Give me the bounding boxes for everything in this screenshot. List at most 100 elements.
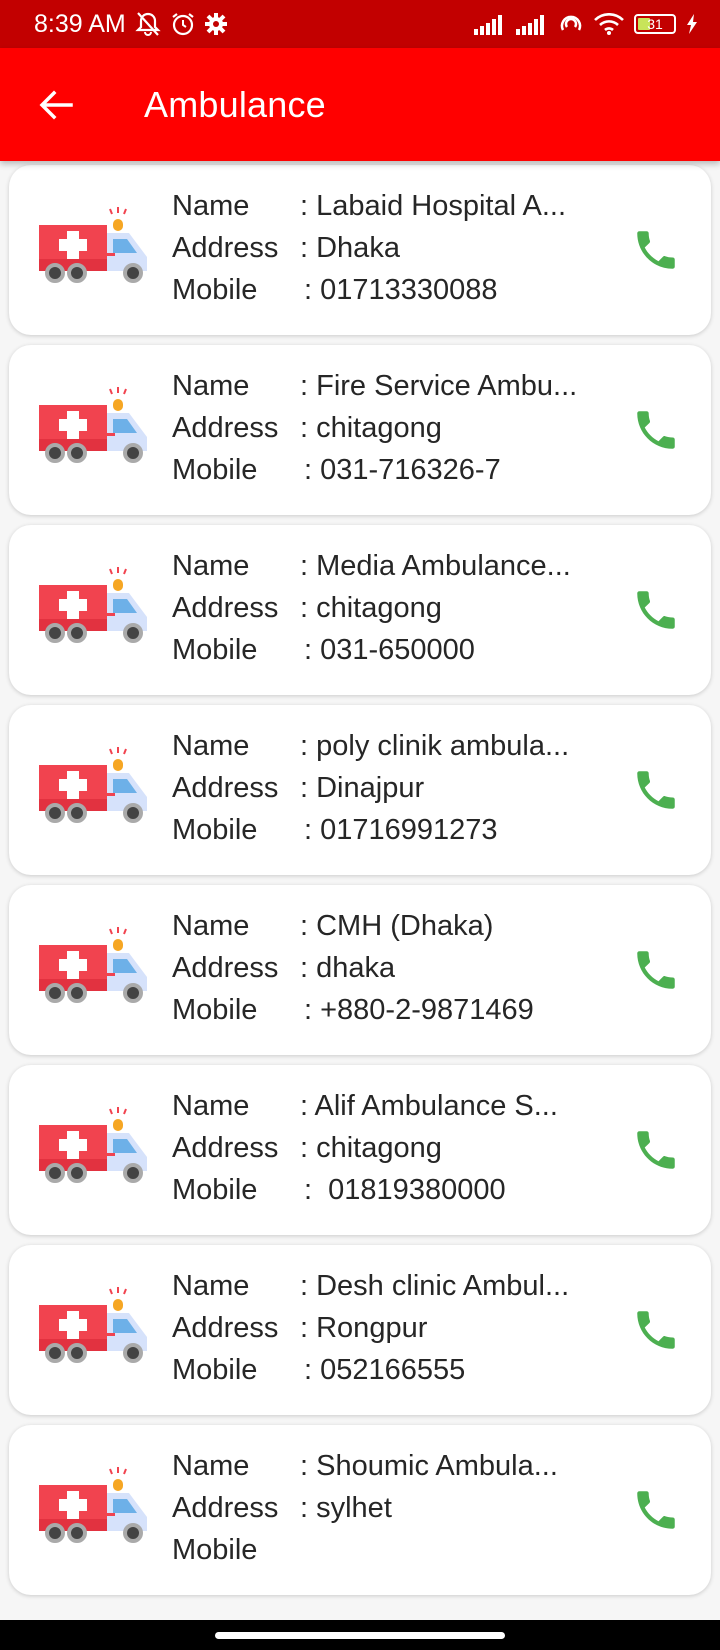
address-label: Address	[172, 411, 279, 444]
ambulance-list: Name: Labaid Hospital A... Address: Dhak…	[0, 161, 720, 1620]
mobile-row: Mobile: 031-716326-7	[172, 449, 612, 491]
mobile-value: : 01716991273	[304, 813, 498, 846]
battery-percent: 31	[647, 16, 663, 32]
ambulance-icon	[39, 1467, 147, 1543]
phone-icon[interactable]	[631, 225, 681, 275]
address-row: Address : Dinajpur	[172, 767, 612, 809]
page-title: Ambulance	[144, 83, 326, 125]
bell-muted-icon	[135, 12, 161, 36]
name-value: : Desh clinic Ambul...	[300, 1269, 570, 1302]
mobile-label: Mobile	[172, 1173, 258, 1206]
ambulance-info: Name: CMH (Dhaka) Address: dhaka Mobile:…	[172, 905, 612, 1031]
name-row: Name: Alif Ambulance S...	[172, 1085, 612, 1127]
mobile-row: Mobile : 052166555	[172, 1349, 612, 1391]
name-label: Name	[172, 1269, 250, 1302]
mobile-label: Mobile	[172, 993, 258, 1026]
ambulance-info: Name: Shoumic Ambula... Address: sylhet …	[172, 1445, 612, 1571]
name-value: : Labaid Hospital A...	[300, 189, 566, 222]
mobile-label: Mobile	[172, 813, 258, 846]
address-value: : chitagong	[300, 1131, 442, 1164]
address-row: Address: chitagong	[172, 1127, 612, 1169]
battery-icon: 31	[634, 14, 676, 34]
ambulance-icon	[39, 747, 147, 823]
address-label: Address	[172, 231, 279, 264]
signal-icon	[516, 15, 544, 35]
mobile-value: : +880-2-9871469	[304, 993, 534, 1026]
mobile-row: Mobile : 031-650000	[172, 629, 612, 671]
address-label: Address	[172, 951, 279, 984]
address-value: : Dhaka	[300, 231, 400, 264]
address-row: Address : chitagong	[172, 407, 612, 449]
mobile-value: : 01819380000	[304, 1173, 506, 1206]
mobile-row: Mobile: 01713330088	[172, 269, 612, 311]
phone-icon[interactable]	[631, 585, 681, 635]
ambulance-info: Name: Alif Ambulance S... Address: chita…	[172, 1085, 612, 1211]
home-gesture-handle[interactable]	[215, 1632, 505, 1639]
phone-icon[interactable]	[631, 945, 681, 995]
ambulance-card: Name: Alif Ambulance S... Address: chita…	[9, 1065, 711, 1235]
ambulance-card: Name: Shoumic Ambula... Address: sylhet …	[9, 1425, 711, 1595]
ambulance-icon	[39, 1107, 147, 1183]
name-row: Name: Labaid Hospital A...	[172, 185, 612, 227]
phone-icon[interactable]	[631, 1485, 681, 1535]
address-value: : Rongpur	[300, 1311, 428, 1344]
mobile-label: Mobile	[172, 1353, 258, 1386]
ambulance-icon	[39, 387, 147, 463]
mobile-label: Mobile	[172, 1533, 258, 1566]
gear-icon	[204, 13, 227, 35]
arrow-left-icon	[39, 90, 73, 119]
mobile-value: : 031-650000	[304, 633, 475, 666]
status-bar-right: 31	[474, 12, 698, 36]
name-label: Name	[172, 729, 250, 762]
address-label: Address	[172, 1491, 279, 1524]
name-value: : Fire Service Ambu...	[300, 369, 578, 402]
mobile-row: Mobile	[172, 1529, 612, 1571]
signal-icon	[474, 15, 502, 35]
phone-icon[interactable]	[631, 1305, 681, 1355]
name-value: : Alif Ambulance S...	[300, 1089, 558, 1122]
address-label: Address	[172, 1311, 279, 1344]
name-label: Name	[172, 549, 250, 582]
ambulance-card: Name: Labaid Hospital A... Address : Dhak…	[9, 165, 711, 335]
mobile-label: Mobile	[172, 273, 258, 306]
alarm-icon	[172, 13, 194, 36]
status-bar: 8:39 AM 31	[0, 0, 720, 48]
name-value: : Media Ambulance...	[300, 549, 571, 582]
status-time: 8:39 AM	[34, 9, 126, 38]
ambulance-info: Name: poly clinik ambula... Address: Din…	[172, 725, 612, 851]
ambulance-info: Name : Desh clinic Ambul... Address : Rong…	[172, 1265, 612, 1391]
ambulance-card: Name : Media Ambulance... Address: chitag…	[9, 525, 711, 695]
address-value: : chitagong	[300, 411, 442, 444]
address-row: Address : Rongpur	[172, 1307, 612, 1349]
back-button[interactable]	[28, 77, 84, 133]
mobile-value: : 052166555	[304, 1353, 466, 1386]
mobile-label: Mobile	[172, 633, 258, 666]
mobile-row: Mobile : 01716991273	[172, 809, 612, 851]
ambulance-icon	[39, 567, 147, 643]
phone-icon[interactable]	[631, 405, 681, 455]
address-value: : dhaka	[300, 951, 396, 984]
ambulance-card: Name : Desh clinic Ambul... Address : Rong…	[9, 1245, 711, 1415]
charging-icon	[687, 14, 697, 34]
name-row: Name : Desh clinic Ambul...	[172, 1265, 612, 1307]
status-bar-left: 8:39 AM	[34, 10, 228, 39]
phone-icon[interactable]	[631, 765, 681, 815]
mobile-label: Mobile	[172, 453, 258, 486]
phone-icon[interactable]	[631, 1125, 681, 1175]
name-row: Name : Shoumic Ambula...	[172, 1445, 612, 1487]
ambulance-icon	[39, 1287, 147, 1363]
ambulance-icon	[39, 207, 147, 283]
address-label: Address	[172, 771, 279, 804]
address-value: : chitagong	[300, 591, 442, 624]
name-label: Name	[172, 1449, 250, 1482]
ambulance-card: Name: CMH (Dhaka) Address: dhaka Mobile:…	[9, 885, 711, 1055]
name-value: : Shoumic Ambula...	[300, 1449, 558, 1482]
address-value: : Dinajpur	[300, 771, 425, 804]
address-row: Address: chitagong	[172, 587, 612, 629]
address-row: Address : dhaka	[172, 947, 612, 989]
ambulance-icon	[39, 927, 147, 1003]
name-value: : CMH (Dhaka)	[300, 909, 494, 942]
app-bar: Ambulance	[0, 48, 720, 161]
ambulance-info: Name : Media Ambulance... Address: chitag…	[172, 545, 612, 671]
name-row: Name : Media Ambulance...	[172, 545, 612, 587]
